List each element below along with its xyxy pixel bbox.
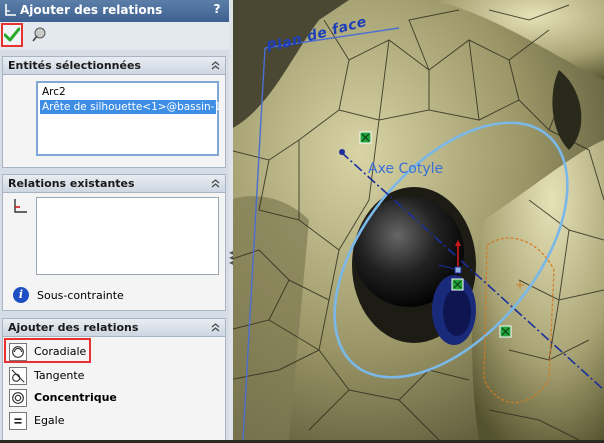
list-item[interactable]: Arc2 <box>40 85 218 99</box>
panel-titlebar: Ajouter des relations ? <box>0 0 229 22</box>
collapse-icon[interactable] <box>210 178 221 189</box>
selected-entities-list[interactable]: Arc2 Arête de silhouette<1>@bassin-1 <box>36 81 221 156</box>
help-button[interactable]: ? <box>209 2 225 18</box>
existing-relations-list[interactable] <box>36 197 219 275</box>
constraint-status: Sous-contrainte <box>37 289 124 302</box>
panel-toolbar <box>0 22 229 50</box>
add-relations-header[interactable]: Ajouter des relations <box>3 319 225 337</box>
coradial-button[interactable]: Coradiale <box>7 341 207 363</box>
relation-icon <box>5 4 16 16</box>
concentric-button[interactable]: Concentrique <box>7 387 207 409</box>
property-manager: Ajouter des relations ? Entités sélectio… <box>0 0 229 440</box>
ok-button[interactable] <box>1 23 23 47</box>
info-icon: i <box>13 287 29 303</box>
model-view-svg <box>228 0 604 441</box>
concentric-icon <box>9 389 27 407</box>
panel-title: Ajouter des relations <box>20 3 163 17</box>
selected-entities-title: Entités sélectionnées <box>8 59 141 72</box>
checkmark-icon <box>4 27 20 42</box>
existing-relations-header[interactable]: Relations existantes <box>3 175 225 193</box>
collapse-icon[interactable] <box>210 60 221 71</box>
collapse-icon[interactable] <box>210 322 221 333</box>
tangent-label: Tangente <box>34 369 85 382</box>
selected-entities-header[interactable]: Entités sélectionnées <box>3 57 225 75</box>
axis-label: Axe Cotyle <box>368 161 444 177</box>
existing-relations-group: Relations existantes i Sous-contrainte <box>2 174 226 311</box>
list-item-selected[interactable]: Arête de silhouette<1>@bassin-1 <box>40 100 221 114</box>
add-relations-title: Ajouter des relations <box>8 321 139 334</box>
pushpin-icon[interactable] <box>30 26 48 44</box>
splitter-grip-icon[interactable]: ◂ ◂ ◂ <box>229 249 233 270</box>
coradial-label: Coradiale <box>34 345 87 358</box>
concentric-label: Concentrique <box>34 391 117 404</box>
add-relations-group: Ajouter des relations Coradiale Tangente <box>2 318 226 440</box>
graphics-area[interactable] <box>228 0 604 441</box>
equal-icon <box>9 412 27 430</box>
tangent-button[interactable]: Tangente <box>7 365 207 387</box>
equal-button[interactable]: Egale <box>7 410 207 432</box>
selected-entities-group: Entités sélectionnées Arc2 Arête de silh… <box>2 56 226 168</box>
existing-relations-title: Relations existantes <box>8 177 135 190</box>
equal-label: Egale <box>34 414 65 427</box>
panel-splitter[interactable] <box>229 0 233 440</box>
coradial-icon <box>9 343 27 361</box>
tangent-icon <box>9 367 27 385</box>
relation-icon <box>14 199 27 213</box>
